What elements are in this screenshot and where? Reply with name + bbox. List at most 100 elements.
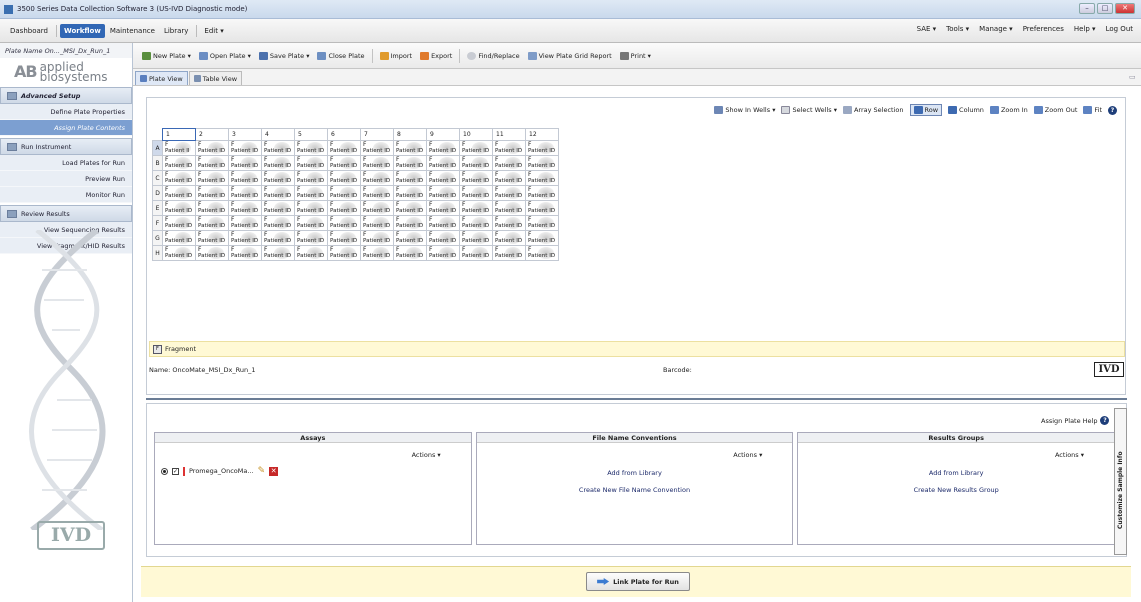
plate-well[interactable]: F Patient ID — [261, 140, 295, 156]
column-header[interactable]: 9 — [426, 128, 460, 141]
menu-preferences[interactable]: Preferences — [1023, 25, 1064, 33]
plate-well[interactable]: F Patient ID — [162, 170, 196, 186]
menu-tools[interactable]: Tools ▾ — [946, 25, 969, 33]
sidebar-item-load-plates[interactable]: Load Plates for Run — [0, 155, 132, 171]
plate-well[interactable]: F Patient ID — [525, 230, 559, 246]
plate-well[interactable]: F Patient ID — [492, 185, 526, 201]
plate-well[interactable]: F Patient ID — [228, 200, 262, 216]
plate-well[interactable]: F Patient ID — [195, 230, 229, 246]
plate-well[interactable]: F Patient ID — [459, 215, 493, 231]
plate-well[interactable]: F Patient ID — [426, 140, 460, 156]
menu-library[interactable]: Library — [160, 24, 192, 38]
column-toggle[interactable]: Column — [948, 106, 984, 114]
menu-maintenance[interactable]: Maintenance — [106, 24, 159, 38]
menu-dashboard[interactable]: Dashboard — [6, 24, 52, 38]
assay-radio[interactable] — [161, 467, 168, 475]
grid-report-button[interactable]: View Plate Grid Report — [525, 51, 615, 60]
menu-edit[interactable]: Edit ▾ — [200, 24, 227, 38]
plate-well[interactable]: F Patient ID — [360, 245, 394, 261]
plate-well[interactable]: F Patient ID — [162, 185, 196, 201]
print-button[interactable]: Print ▾ — [617, 51, 654, 60]
plate-well[interactable]: F Patient ID — [195, 185, 229, 201]
plate-well[interactable]: F Patient ID — [459, 185, 493, 201]
plate-well[interactable]: F Patient ID — [426, 230, 460, 246]
plate-well[interactable]: F Patient ID — [261, 185, 295, 201]
plate-well[interactable]: F Patient ID — [360, 170, 394, 186]
plate-well[interactable]: F Patient ID — [162, 230, 196, 246]
plate-well[interactable]: F Patient ID — [294, 200, 328, 216]
column-header[interactable]: 12 — [525, 128, 559, 141]
maximize-button[interactable]: □ — [1097, 3, 1113, 14]
row-header[interactable]: H — [152, 245, 163, 261]
row-header[interactable]: D — [152, 185, 163, 201]
plate-well[interactable]: F Patient ID — [162, 245, 196, 261]
column-header[interactable]: 7 — [360, 128, 394, 141]
plate-well[interactable]: F Patient ID — [492, 140, 526, 156]
results-actions-dropdown[interactable]: Actions ▾ — [1055, 451, 1084, 459]
plate-well[interactable]: F Patient ID — [426, 215, 460, 231]
plate-well[interactable]: F Patient ID — [393, 140, 427, 156]
plate-well[interactable]: F Patient II — [162, 140, 196, 156]
column-header[interactable]: 6 — [327, 128, 361, 141]
plate-well[interactable]: F Patient ID — [525, 170, 559, 186]
plate-well[interactable]: F Patient ID — [426, 155, 460, 171]
zoom-in-button[interactable]: Zoom In — [989, 106, 1028, 114]
plate-well[interactable]: F Patient ID — [195, 200, 229, 216]
sidebar-item-preview-run[interactable]: Preview Run — [0, 171, 132, 187]
create-file-name-convention-link[interactable]: Create New File Name Convention — [477, 486, 793, 494]
plate-well[interactable]: F Patient ID — [294, 215, 328, 231]
assay-checkbox[interactable]: ✓ — [172, 467, 179, 475]
plate-well[interactable]: F Patient ID — [327, 140, 361, 156]
tab-table-view[interactable]: Table View — [188, 71, 243, 85]
plate-well[interactable]: F Patient ID — [294, 155, 328, 171]
plate-well[interactable]: F Patient ID — [294, 245, 328, 261]
sidebar-item-assign-plate-contents[interactable]: Assign Plate Contents — [0, 120, 132, 136]
minimize-button[interactable]: – — [1079, 3, 1095, 14]
plate-well[interactable]: F Patient ID — [261, 215, 295, 231]
plate-well[interactable]: F Patient ID — [393, 155, 427, 171]
plate-well[interactable]: F Patient ID — [327, 245, 361, 261]
plate-well[interactable]: F Patient ID — [492, 170, 526, 186]
plate-well[interactable]: F Patient ID — [525, 245, 559, 261]
plate-well[interactable]: F Patient ID — [228, 155, 262, 171]
plate-well[interactable]: F Patient ID — [459, 200, 493, 216]
row-header[interactable]: C — [152, 170, 163, 186]
create-results-group-link[interactable]: Create New Results Group — [798, 486, 1114, 494]
plate-well[interactable]: F Patient ID — [393, 215, 427, 231]
sidebar-item-define-plate-properties[interactable]: Define Plate Properties — [0, 104, 132, 120]
plate-well[interactable]: F Patient ID — [360, 200, 394, 216]
plate-well[interactable]: F Patient ID — [261, 170, 295, 186]
plate-well[interactable]: F Patient ID — [294, 170, 328, 186]
plate-well[interactable]: F Patient ID — [228, 140, 262, 156]
section-run-instrument[interactable]: Run Instrument — [0, 138, 132, 155]
column-header[interactable]: 11 — [492, 128, 526, 141]
row-header[interactable]: G — [152, 230, 163, 246]
new-plate-button[interactable]: New Plate ▾ — [139, 51, 194, 60]
plate-well[interactable]: F Patient ID — [195, 245, 229, 261]
row-toggle[interactable]: Row — [909, 104, 943, 116]
plate-well[interactable]: F Patient ID — [228, 170, 262, 186]
plate-well[interactable]: F Patient ID — [195, 155, 229, 171]
array-selection-button[interactable]: Array Selection — [842, 106, 904, 114]
close-button[interactable]: ✕ — [1115, 3, 1135, 14]
assays-actions-dropdown[interactable]: Actions ▾ — [412, 451, 441, 459]
show-in-wells-dropdown[interactable]: Show In Wells ▾ — [714, 106, 775, 114]
row-header[interactable]: A — [152, 140, 163, 156]
plate-well[interactable]: F Patient ID — [195, 140, 229, 156]
plate-well[interactable]: F Patient ID — [327, 170, 361, 186]
plate-well[interactable]: F Patient ID — [393, 245, 427, 261]
select-wells-dropdown[interactable]: Select Wells ▾ — [781, 106, 837, 114]
plate-well[interactable]: F Patient ID — [393, 170, 427, 186]
plate-well[interactable]: F Patient ID — [525, 215, 559, 231]
plate-well[interactable]: F Patient ID — [162, 155, 196, 171]
sidebar-item-monitor-run[interactable]: Monitor Run — [0, 187, 132, 203]
plate-well[interactable]: F Patient ID — [294, 230, 328, 246]
column-header[interactable]: 2 — [195, 128, 229, 141]
edit-pencil-icon[interactable]: ✎ — [258, 466, 266, 476]
plate-well[interactable]: F Patient ID — [525, 185, 559, 201]
menu-manage[interactable]: Manage ▾ — [979, 25, 1013, 33]
plate-well[interactable]: F Patient ID — [228, 230, 262, 246]
plate-well[interactable]: F Patient ID — [525, 155, 559, 171]
plate-well[interactable]: F Patient ID — [393, 185, 427, 201]
menu-workflow[interactable]: Workflow — [59, 23, 105, 38]
